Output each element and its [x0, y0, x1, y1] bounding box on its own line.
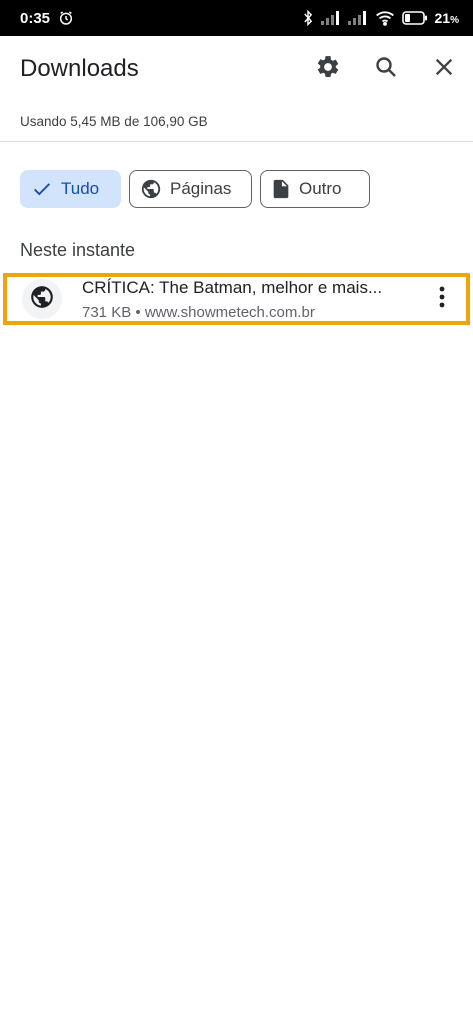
- chip-other[interactable]: Outro: [260, 170, 370, 208]
- separator: •: [135, 303, 141, 321]
- chip-label: Tudo: [61, 179, 100, 198]
- download-size: 731 KB: [82, 303, 132, 321]
- section-header: Neste instante: [20, 240, 136, 260]
- status-left: 0:35: [20, 10, 74, 27]
- status-bar: 0:35 21%: [0, 0, 473, 36]
- status-right: 21%: [302, 10, 459, 26]
- page-title: Downloads: [20, 55, 139, 82]
- download-title: CRÍTICA: The Batman, melhor e mais...: [82, 277, 383, 297]
- signal-icon: [320, 11, 341, 25]
- status-time: 0:35: [20, 9, 51, 27]
- app-bar-actions: [299, 40, 473, 98]
- bluetooth-icon: [302, 10, 314, 26]
- close-icon: [433, 56, 455, 83]
- download-details: 731 KB • www.showmetech.com.br: [82, 304, 422, 321]
- signal-icon: [347, 11, 368, 25]
- globe-icon: [140, 178, 162, 200]
- chip-label: Páginas: [170, 179, 232, 198]
- storage-usage-text: Usando 5,45 MB de 106,90 GB: [20, 114, 208, 129]
- close-button[interactable]: [415, 40, 473, 98]
- chip-all[interactable]: Tudo: [20, 170, 121, 208]
- item-icon-container: [22, 279, 62, 319]
- globe-icon: [29, 284, 55, 315]
- more-options-button[interactable]: [422, 277, 462, 321]
- settings-button[interactable]: [299, 40, 357, 98]
- chip-pages[interactable]: Páginas: [129, 170, 252, 208]
- alarm-icon: [58, 10, 74, 26]
- settings-icon: [315, 54, 341, 85]
- download-list-item[interactable]: CRÍTICA: The Batman, melhor e mais... 73…: [3, 273, 470, 325]
- item-text: CRÍTICA: The Batman, melhor e mais... 73…: [82, 278, 422, 321]
- battery-icon: [401, 11, 428, 25]
- check-icon: [31, 178, 53, 200]
- divider: [0, 141, 473, 142]
- filter-chips: Tudo Páginas Outro: [20, 170, 370, 208]
- app-bar: Downloads: [0, 36, 473, 102]
- download-source: www.showmetech.com.br: [144, 303, 315, 321]
- battery-percent: 21%: [434, 10, 459, 26]
- more-vert-icon: [439, 286, 445, 313]
- search-button[interactable]: [357, 40, 415, 98]
- chip-label: Outro: [299, 179, 342, 198]
- search-icon: [374, 55, 398, 84]
- file-icon: [271, 178, 291, 200]
- wifi-icon: [375, 10, 395, 26]
